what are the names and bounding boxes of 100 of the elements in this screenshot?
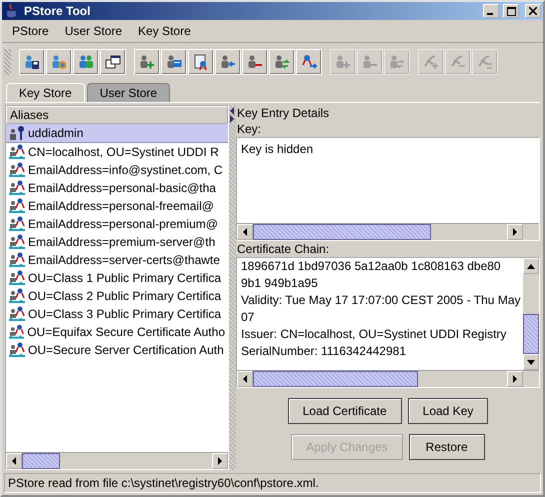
user-exchange-icon [274, 54, 290, 70]
scroll-right-button[interactable] [212, 453, 228, 469]
chain-line: 9b1 949b1a95 [241, 275, 319, 292]
certificate-icon [193, 54, 209, 70]
window-title: PStore Tool [24, 4, 92, 18]
key-minus-icon [450, 54, 466, 70]
alias-label: EmailAddress=personal-basic@tha [28, 181, 216, 195]
alias-label: OU=Equifax Secure Certificate Autho [27, 325, 225, 339]
chain-line: Validity: Tue May 17 17:07:00 CEST 2005 - Thu May [241, 292, 519, 309]
alias-item[interactable]: uddiadmin [6, 124, 228, 143]
scroll-left-button[interactable] [237, 224, 253, 240]
scrollbar-thumb[interactable] [253, 371, 418, 387]
scroll-down-button[interactable] [523, 354, 539, 370]
user-certificate-icon [9, 180, 25, 196]
tab[interactable]: Key Store [6, 83, 85, 102]
alias-label: EmailAddress=personal-premium@ [28, 217, 218, 231]
alias-item[interactable]: EmailAddress=personal-premium@ [6, 215, 228, 233]
vertical-scrollbar[interactable] [523, 258, 539, 370]
alias-label: EmailAddress=info@systinet.com, C [28, 163, 223, 177]
action-button[interactable]: Load Key [408, 398, 488, 424]
left-arrow-icon [11, 457, 17, 465]
action-button[interactable]: Restore [408, 434, 485, 460]
alias-item[interactable]: OU=Secure Server Certification Auth [6, 341, 228, 359]
horizontal-scrollbar[interactable] [6, 452, 228, 469]
user-plus-icon [335, 54, 351, 70]
scrollbar-corner [523, 370, 539, 387]
scroll-left-button[interactable] [6, 453, 22, 469]
close-button[interactable] [525, 4, 541, 18]
scrollbar-thumb[interactable] [22, 453, 60, 469]
windows-icon [105, 54, 121, 70]
user-certificate-icon [9, 198, 25, 214]
left-arrow-icon [230, 107, 235, 115]
menu-item[interactable]: PStore [4, 23, 57, 39]
users-icon [78, 54, 94, 70]
chain-text-area[interactable]: 1896671d 1bd97036 5a12aa0b 1c808163 dbe80 9b1 949b1a95 Validity: Tue May 17 17:07:00 CEST 2005 - Thu May 07 Issuer: CN=localhost, OU=Systinet UDDI Registry SerialNumber: 1116342442981 [236, 257, 540, 388]
alias-item[interactable]: OU=Class 2 Public Primary Certifica [6, 287, 228, 305]
user-exchange-icon [389, 54, 405, 70]
chain-line: 1896671d 1bd97036 5a12aa0b 1c808163 dbe80 [241, 258, 502, 275]
right-arrow-icon [230, 115, 235, 123]
maximize-icon [506, 6, 516, 16]
user-certificate-icon [9, 234, 25, 250]
minimize-button[interactable] [483, 4, 499, 18]
key-exchange-icon [477, 54, 493, 70]
alias-item[interactable]: EmailAddress=premium-server@th [6, 233, 228, 251]
alias-label: OU=Class 3 Public Primary Certifica [28, 307, 222, 321]
user-disk-icon [24, 54, 40, 70]
scroll-up-button[interactable] [523, 258, 539, 274]
alias-label: EmailAddress=premium-server@th [28, 235, 216, 249]
alias-item[interactable]: EmailAddress=info@systinet.com, C [6, 161, 228, 179]
chain-line: Issuer: CN=localhost, OU=Systinet UDDI Registry [241, 326, 508, 343]
scroll-right-button[interactable] [507, 224, 523, 240]
alias-item[interactable]: OU=Equifax Secure Certificate Autho [6, 323, 228, 341]
user-card-icon [166, 54, 182, 70]
alias-label: OU=Secure Server Certification Auth [28, 343, 224, 357]
user-certificate-icon [9, 144, 25, 160]
alias-item[interactable]: CN=localhost, OU=Systinet UDDI R [6, 143, 228, 161]
right-arrow-icon [217, 457, 223, 465]
right-arrow-icon [512, 228, 518, 236]
scrollbar-thumb[interactable] [523, 314, 539, 354]
action-button[interactable]: Load Certificate [288, 398, 402, 424]
alias-item[interactable]: OU=Class 1 Public Primary Certifica [6, 269, 228, 287]
alias-label: uddiadmin [28, 126, 84, 140]
user-certificate-icon [9, 324, 24, 340]
user-plus-icon [139, 54, 155, 70]
ribbon-arrow-icon [301, 54, 317, 70]
user-certificate-icon [9, 216, 25, 232]
scroll-left-button[interactable] [237, 371, 253, 387]
alias-label: OU=Class 2 Public Primary Certifica [28, 289, 222, 303]
maximize-button[interactable] [503, 4, 519, 18]
scrollbar-thumb[interactable] [253, 224, 431, 240]
section-title: Key Entry Details [236, 105, 330, 121]
horizontal-scrollbar[interactable] [237, 223, 523, 240]
toolbar-grip[interactable] [4, 49, 11, 75]
user-certificate-icon [9, 270, 25, 286]
horizontal-scrollbar[interactable] [237, 370, 523, 387]
key-label: Key: [236, 121, 262, 137]
menu-item[interactable]: User Store [56, 23, 130, 39]
tab[interactable]: User Store [86, 83, 170, 102]
alias-item[interactable]: EmailAddress=server-certs@thawte [6, 251, 228, 269]
scrollbar-corner [523, 223, 539, 240]
status-bar: PStore read from file c:\systinet\registry60\conf\pstore.xml. [4, 473, 541, 493]
menu-item[interactable]: Key Store [130, 23, 199, 39]
alias-item[interactable]: EmailAddress=personal-basic@tha [6, 179, 228, 197]
key-plus-icon [423, 54, 439, 70]
alias-item[interactable]: OU=Class 3 Public Primary Certifica [6, 305, 228, 323]
scroll-right-button[interactable] [507, 371, 523, 387]
column-header[interactable]: Aliases [6, 106, 228, 124]
user-certificate-icon [9, 288, 25, 304]
up-arrow-icon [527, 264, 535, 268]
alias-label: CN=localhost, OU=Systinet UDDI R [28, 145, 219, 159]
user-globe-icon [51, 54, 67, 70]
alias-label: OU=Class 1 Public Primary Certifica [28, 271, 222, 285]
key-text-area[interactable]: Key is hidden [236, 137, 540, 241]
user-key-icon [9, 125, 25, 141]
chain-label: Certificate Chain: [236, 241, 330, 257]
user-certificate-icon [9, 306, 25, 322]
left-arrow-icon [242, 228, 248, 236]
alias-item[interactable]: EmailAddress=personal-freemail@ [6, 197, 228, 215]
user-minus-icon [247, 54, 263, 70]
chain-line: SerialNumber: 1116342442981 [241, 343, 408, 360]
